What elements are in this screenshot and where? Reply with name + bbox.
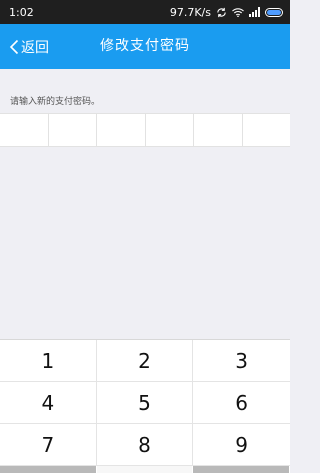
key-row-partial[interactable] — [0, 466, 97, 473]
key-7[interactable]: 7 — [0, 424, 97, 466]
sync-icon — [217, 7, 226, 17]
pin-digit-box[interactable] — [97, 114, 146, 146]
key-3[interactable]: 3 — [193, 340, 290, 382]
signal-icon — [249, 7, 260, 17]
pin-input[interactable] — [0, 113, 290, 147]
number-keypad: 1 2 3 4 5 6 7 8 9 — [0, 339, 290, 473]
status-time: 1:02 — [9, 5, 34, 19]
key-1[interactable]: 1 — [0, 340, 97, 382]
chevron-left-icon — [9, 39, 19, 54]
status-bar: 1:02 97.7K/s — [0, 0, 290, 24]
network-speed: 97.7K/s — [169, 5, 211, 19]
status-icons: 97.7K/s — [170, 6, 283, 19]
pin-digit-box[interactable] — [194, 114, 243, 146]
wifi-icon — [232, 7, 244, 17]
instruction-text: 请输入新的支付密码。 — [10, 97, 101, 107]
pin-digit-box[interactable] — [0, 114, 49, 146]
pin-digit-box[interactable] — [243, 114, 291, 146]
back-button[interactable]: 返回 — [9, 24, 49, 69]
pin-digit-box[interactable] — [49, 114, 97, 146]
pin-digit-box[interactable] — [146, 114, 194, 146]
nav-bar: 返回 修改支付密码 — [0, 24, 290, 69]
battery-icon — [265, 7, 283, 17]
key-8[interactable]: 8 — [96, 424, 194, 466]
key-6[interactable]: 6 — [193, 382, 290, 424]
key-9[interactable]: 9 — [193, 424, 290, 466]
key-4[interactable]: 4 — [0, 382, 97, 424]
key-2[interactable]: 2 — [96, 340, 194, 382]
back-label: 返回 — [21, 39, 49, 56]
key-row-partial[interactable] — [193, 466, 290, 473]
key-row-partial[interactable] — [96, 466, 194, 473]
key-5[interactable]: 5 — [96, 382, 194, 424]
